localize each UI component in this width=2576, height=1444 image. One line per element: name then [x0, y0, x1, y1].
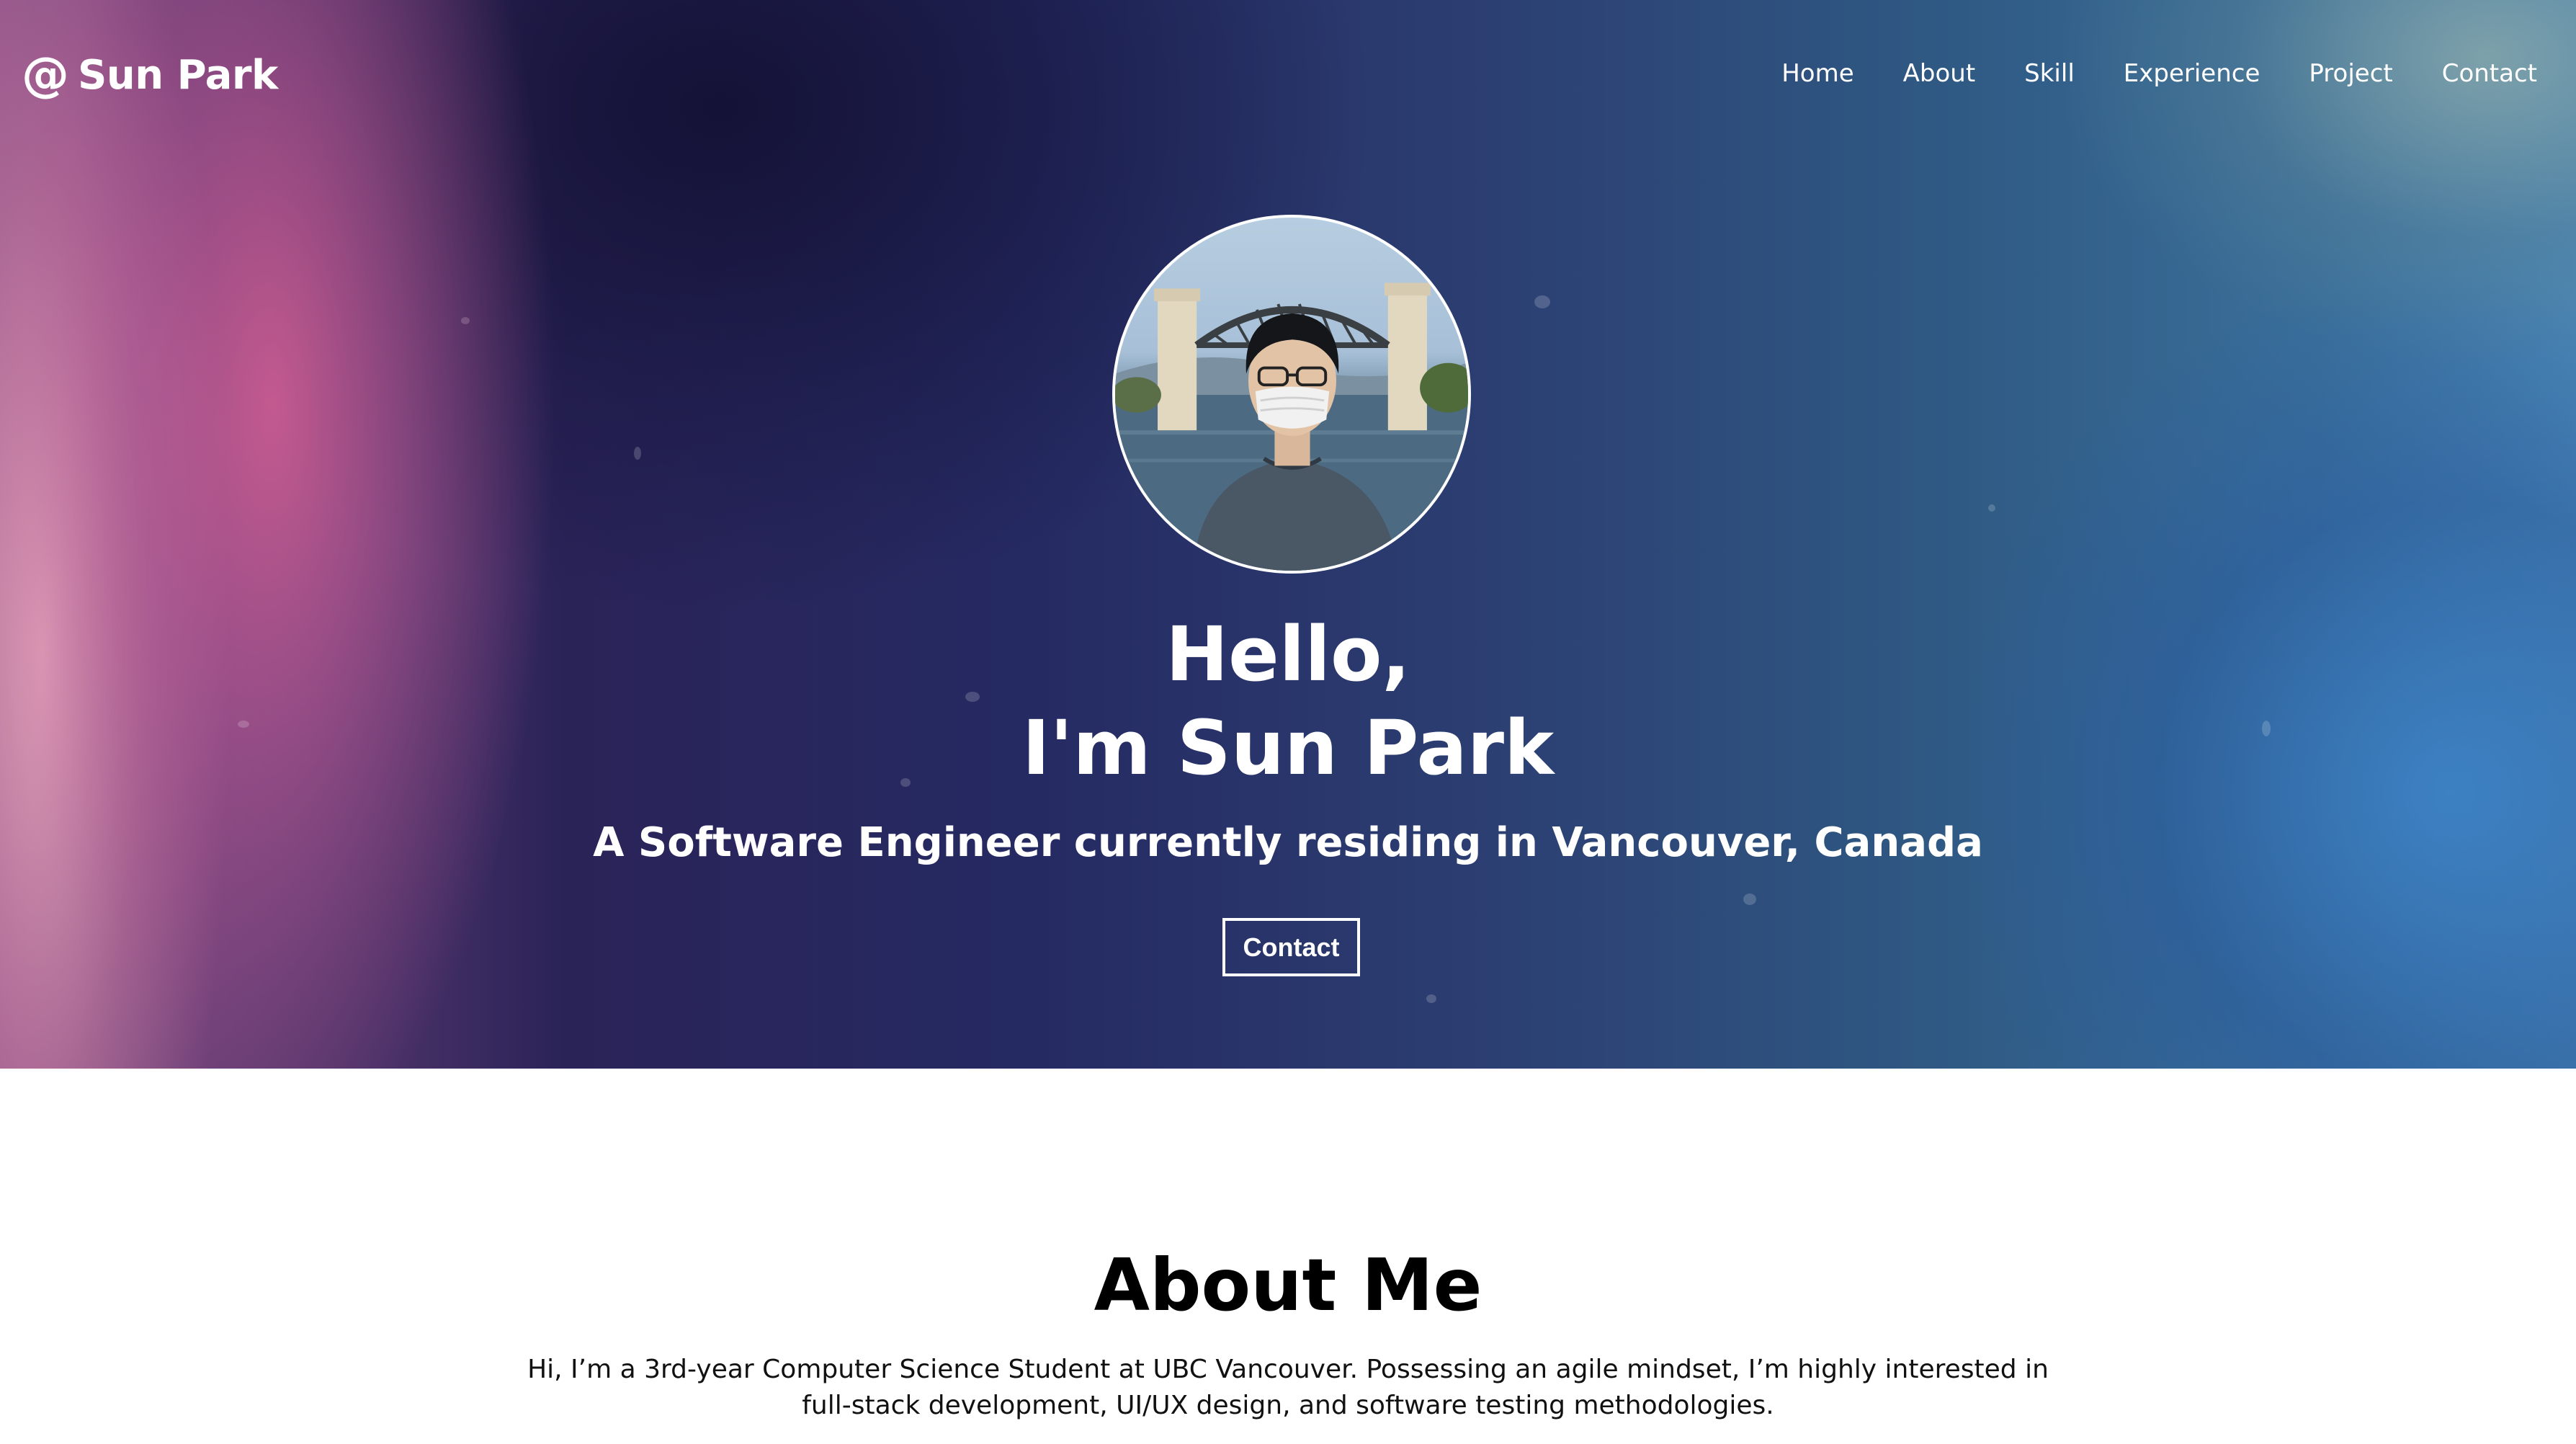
- about-body: Hi, I’m a 3rd-year Computer Science Stud…: [527, 1355, 2049, 1420]
- hero-greeting-line-2: I'm Sun Park: [1021, 704, 1555, 792]
- at-sign-icon: @: [22, 47, 69, 102]
- nav-link-skill[interactable]: Skill: [2024, 56, 2075, 91]
- dust-speck: [1988, 504, 1995, 512]
- nav-link-project[interactable]: Project: [2309, 56, 2392, 91]
- nav-link-about[interactable]: About: [1903, 56, 1976, 91]
- brand-name: Sun Park: [78, 51, 278, 99]
- nav-link-experience[interactable]: Experience: [2124, 56, 2260, 91]
- nav-link-contact[interactable]: Contact: [2442, 56, 2537, 91]
- hero-greeting-line-1: Hello,: [1166, 610, 1410, 698]
- profile-avatar: [1112, 215, 1471, 574]
- hero-section: @ Sun Park Home About Skill Experience P…: [0, 0, 2576, 1069]
- dust-speck: [461, 317, 470, 324]
- hero-subtitle: A Software Engineer currently residing i…: [593, 819, 1983, 866]
- dust-speck: [634, 447, 641, 460]
- main-nav: Home About Skill Experience Project Cont…: [1781, 56, 2537, 91]
- nav-link-home[interactable]: Home: [1781, 56, 1853, 91]
- about-title: About Me: [1094, 1243, 1482, 1327]
- dust-speck: [1534, 295, 1550, 308]
- profile-photo-illustration: [1115, 282, 1468, 571]
- dust-speck: [1426, 994, 1436, 1003]
- dust-speck: [1743, 893, 1756, 905]
- brand-logo[interactable]: @ Sun Park: [22, 48, 278, 102]
- top-navigation-bar: @ Sun Park Home About Skill Experience P…: [0, 0, 2576, 144]
- contact-button[interactable]: Contact: [1222, 918, 1360, 976]
